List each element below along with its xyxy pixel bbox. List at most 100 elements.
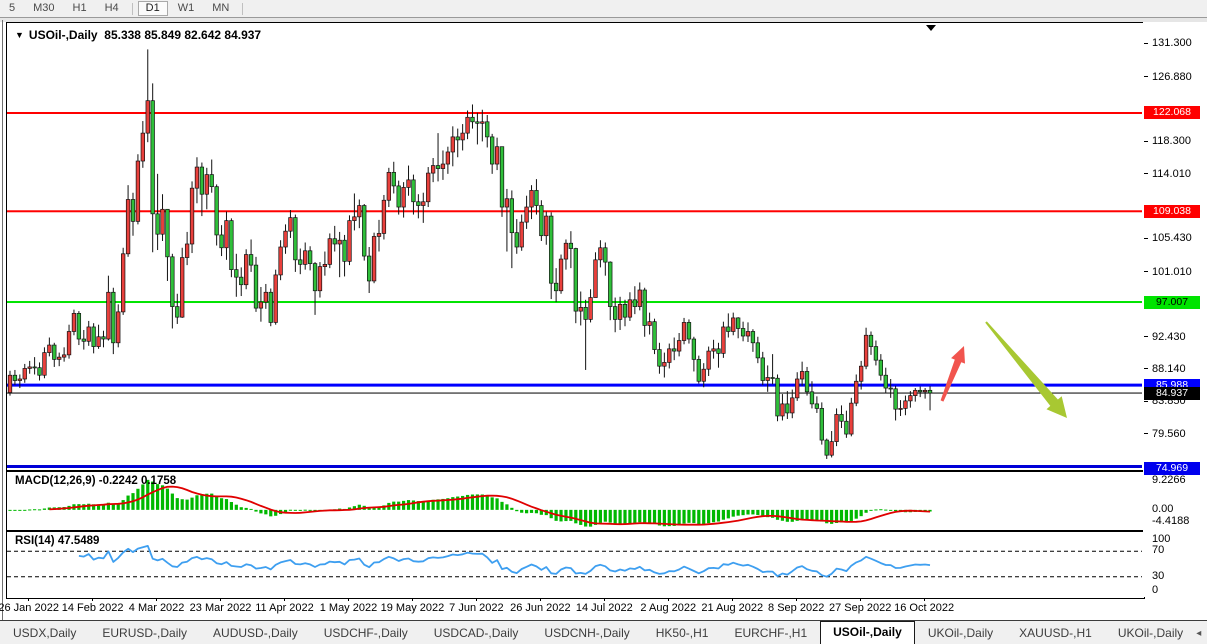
level-line-85.988[interactable] [7, 383, 1142, 387]
date-label: 14 Feb 2022 [61, 602, 124, 614]
price-level-badge-109.038: 109.038 [1144, 204, 1200, 218]
macd-axis-label: -4.4188 [1152, 515, 1190, 527]
scroll-to-end-marker-icon [926, 25, 936, 31]
rsi-axis-label: 30 [1152, 569, 1165, 582]
level-line-109.038[interactable] [7, 210, 1142, 213]
chart-tab-audusd-daily[interactable]: AUDUSD-,Daily [200, 623, 311, 643]
price-tick-label: 79.560 [1152, 427, 1186, 440]
date-tick [92, 598, 93, 601]
level-line-84.937[interactable] [7, 392, 1142, 394]
macd-label: MACD(12,26,9) -0.2242 0.1758 [15, 475, 177, 487]
price-tick [1144, 271, 1148, 272]
macd-main-value: -0.2242 [98, 475, 138, 487]
timeframe-button-mn[interactable]: MN [204, 1, 237, 16]
candle-bodies [7, 100, 933, 456]
timeframe-button-d1[interactable]: D1 [137, 1, 168, 16]
green-down-arrow[interactable] [985, 321, 1067, 418]
chart-tab-eurchf-h1[interactable]: EURCHF-,H1 [721, 623, 820, 643]
macd-signal-value: 0.1758 [140, 475, 177, 487]
chart-tab-usdcnh-daily[interactable]: USDCNH-,Daily [531, 623, 642, 643]
chart-tab-bar: USDX,Daily EURUSD-,Daily AUDUSD-,Daily USDC… [0, 620, 1207, 644]
level-line-122.068[interactable] [7, 111, 1142, 114]
date-tick [924, 598, 925, 601]
price-level-badge-74.969: 74.969 [1144, 461, 1200, 475]
price-tick [1144, 238, 1148, 239]
level-line-74.969[interactable] [7, 465, 1142, 468]
macd-indicator-panel[interactable]: MACD(12,26,9) -0.2242 0.1758 [6, 471, 1145, 531]
chart-tab-usdcad-daily[interactable]: USDCAD-,Daily [421, 623, 532, 643]
macd-axis-label: 9.2266 [1152, 474, 1186, 486]
timeframe-button-h4[interactable]: H4 [97, 1, 127, 16]
window-left-edge [2, 20, 3, 620]
date-label: 14 Jul 2022 [575, 602, 633, 614]
date-tick [668, 598, 669, 601]
price-tick [1144, 43, 1148, 44]
price-tick-label: 126.880 [1152, 70, 1192, 83]
chart-symbol-label: USOil-,Daily [28, 28, 98, 42]
macd-canvas [8, 479, 932, 527]
rsi-axis-label: 70 [1152, 544, 1165, 557]
price-tick-label: 105.430 [1152, 232, 1192, 245]
date-tick [412, 598, 413, 601]
date-label: 27 Sep 2022 [828, 602, 892, 614]
price-level-badge-122.068: 122.068 [1144, 106, 1200, 120]
date-tick [476, 598, 477, 601]
date-label: 16 Oct 2022 [894, 602, 955, 614]
chart-tab-usoil-daily[interactable]: USOil-,Daily [820, 620, 915, 644]
price-chart-panel[interactable]: ▼ USOil-,Daily 85.338 85.849 82.642 84.93… [6, 22, 1145, 471]
chart-tab-ukoil-daily[interactable]: UKOil-,Daily [915, 623, 1006, 643]
rsi-indicator-panel[interactable]: RSI(14) 47.5489 [6, 531, 1145, 599]
price-axis: 131.300 126.880 118.300 114.010 105.430 101.0… [1143, 22, 1207, 597]
date-label: 7 Jun 2022 [449, 602, 504, 614]
rsi-axis-label: 0 [1152, 584, 1159, 596]
date-label: 1 May 2022 [319, 602, 378, 614]
toolbar-separator [242, 2, 244, 15]
price-tick [1144, 401, 1148, 402]
date-label: 4 Mar 2022 [128, 602, 185, 614]
date-label: 8 Sep 2022 [768, 602, 825, 614]
price-tick-label: 92.430 [1152, 330, 1186, 343]
price-tick-label: 131.300 [1152, 37, 1192, 50]
date-tick [540, 598, 541, 601]
toolbar-separator [131, 2, 133, 15]
price-tick [1144, 141, 1148, 142]
rsi-line [78, 544, 931, 578]
rsi-label: RSI(14) 47.5489 [15, 535, 100, 547]
chart-tab-hk50-h1[interactable]: HK50-,H1 [643, 623, 722, 643]
date-tick [348, 598, 349, 601]
rsi-axis-label: 100 [1152, 533, 1171, 545]
price-tick [1144, 76, 1148, 77]
chart-tab-usdchf-daily[interactable]: USDCHF-,Daily [311, 623, 421, 643]
price-tick [1144, 433, 1148, 434]
price-tick [1144, 173, 1148, 174]
date-tick [220, 598, 221, 601]
chart-tab-usdx-daily[interactable]: USDX,Daily [0, 623, 89, 643]
timeframe-button-m30[interactable]: M30 [25, 1, 62, 16]
symbol-dropdown-icon: ▼ [15, 30, 24, 40]
date-tick [796, 598, 797, 601]
chart-tab-ukoil-daily[interactable]: UKOil-,Daily [1105, 623, 1196, 643]
timeframe-toolbar: 5 M30 H1 H4 D1 W1 MN [0, 0, 1207, 18]
date-tick [156, 598, 157, 601]
chart-tab-eurusd-daily[interactable]: EURUSD-,Daily [89, 623, 200, 643]
timeframe-button-5[interactable]: 5 [1, 1, 23, 16]
date-tick [732, 598, 733, 601]
candlestick-chart-canvas[interactable] [7, 23, 1142, 468]
tab-scroll-left-icon[interactable]: ◂ [1196, 628, 1201, 639]
date-tick [284, 598, 285, 601]
price-level-badge-97.007: 97.007 [1144, 295, 1200, 309]
price-tick [1144, 336, 1148, 337]
chart-title: ▼ USOil-,Daily 85.338 85.849 82.642 84.93… [15, 28, 261, 42]
timeframe-button-h1[interactable]: H1 [65, 1, 95, 16]
date-label: 26 Jan 2022 [0, 602, 59, 614]
price-tick-label: 118.300 [1152, 135, 1191, 148]
price-tick-label: 88.140 [1152, 362, 1186, 375]
macd-axis-label: 0.00 [1152, 502, 1174, 515]
timeframe-button-w1[interactable]: W1 [170, 1, 203, 16]
date-label: 26 Jun 2022 [510, 602, 571, 614]
price-tick-label: 101.010 [1152, 265, 1192, 278]
date-label: 11 Apr 2022 [255, 602, 314, 614]
rsi-canvas [7, 544, 1142, 578]
date-tick [28, 598, 29, 601]
chart-tab-xauusd-h1[interactable]: XAUUSD-,H1 [1006, 623, 1105, 643]
